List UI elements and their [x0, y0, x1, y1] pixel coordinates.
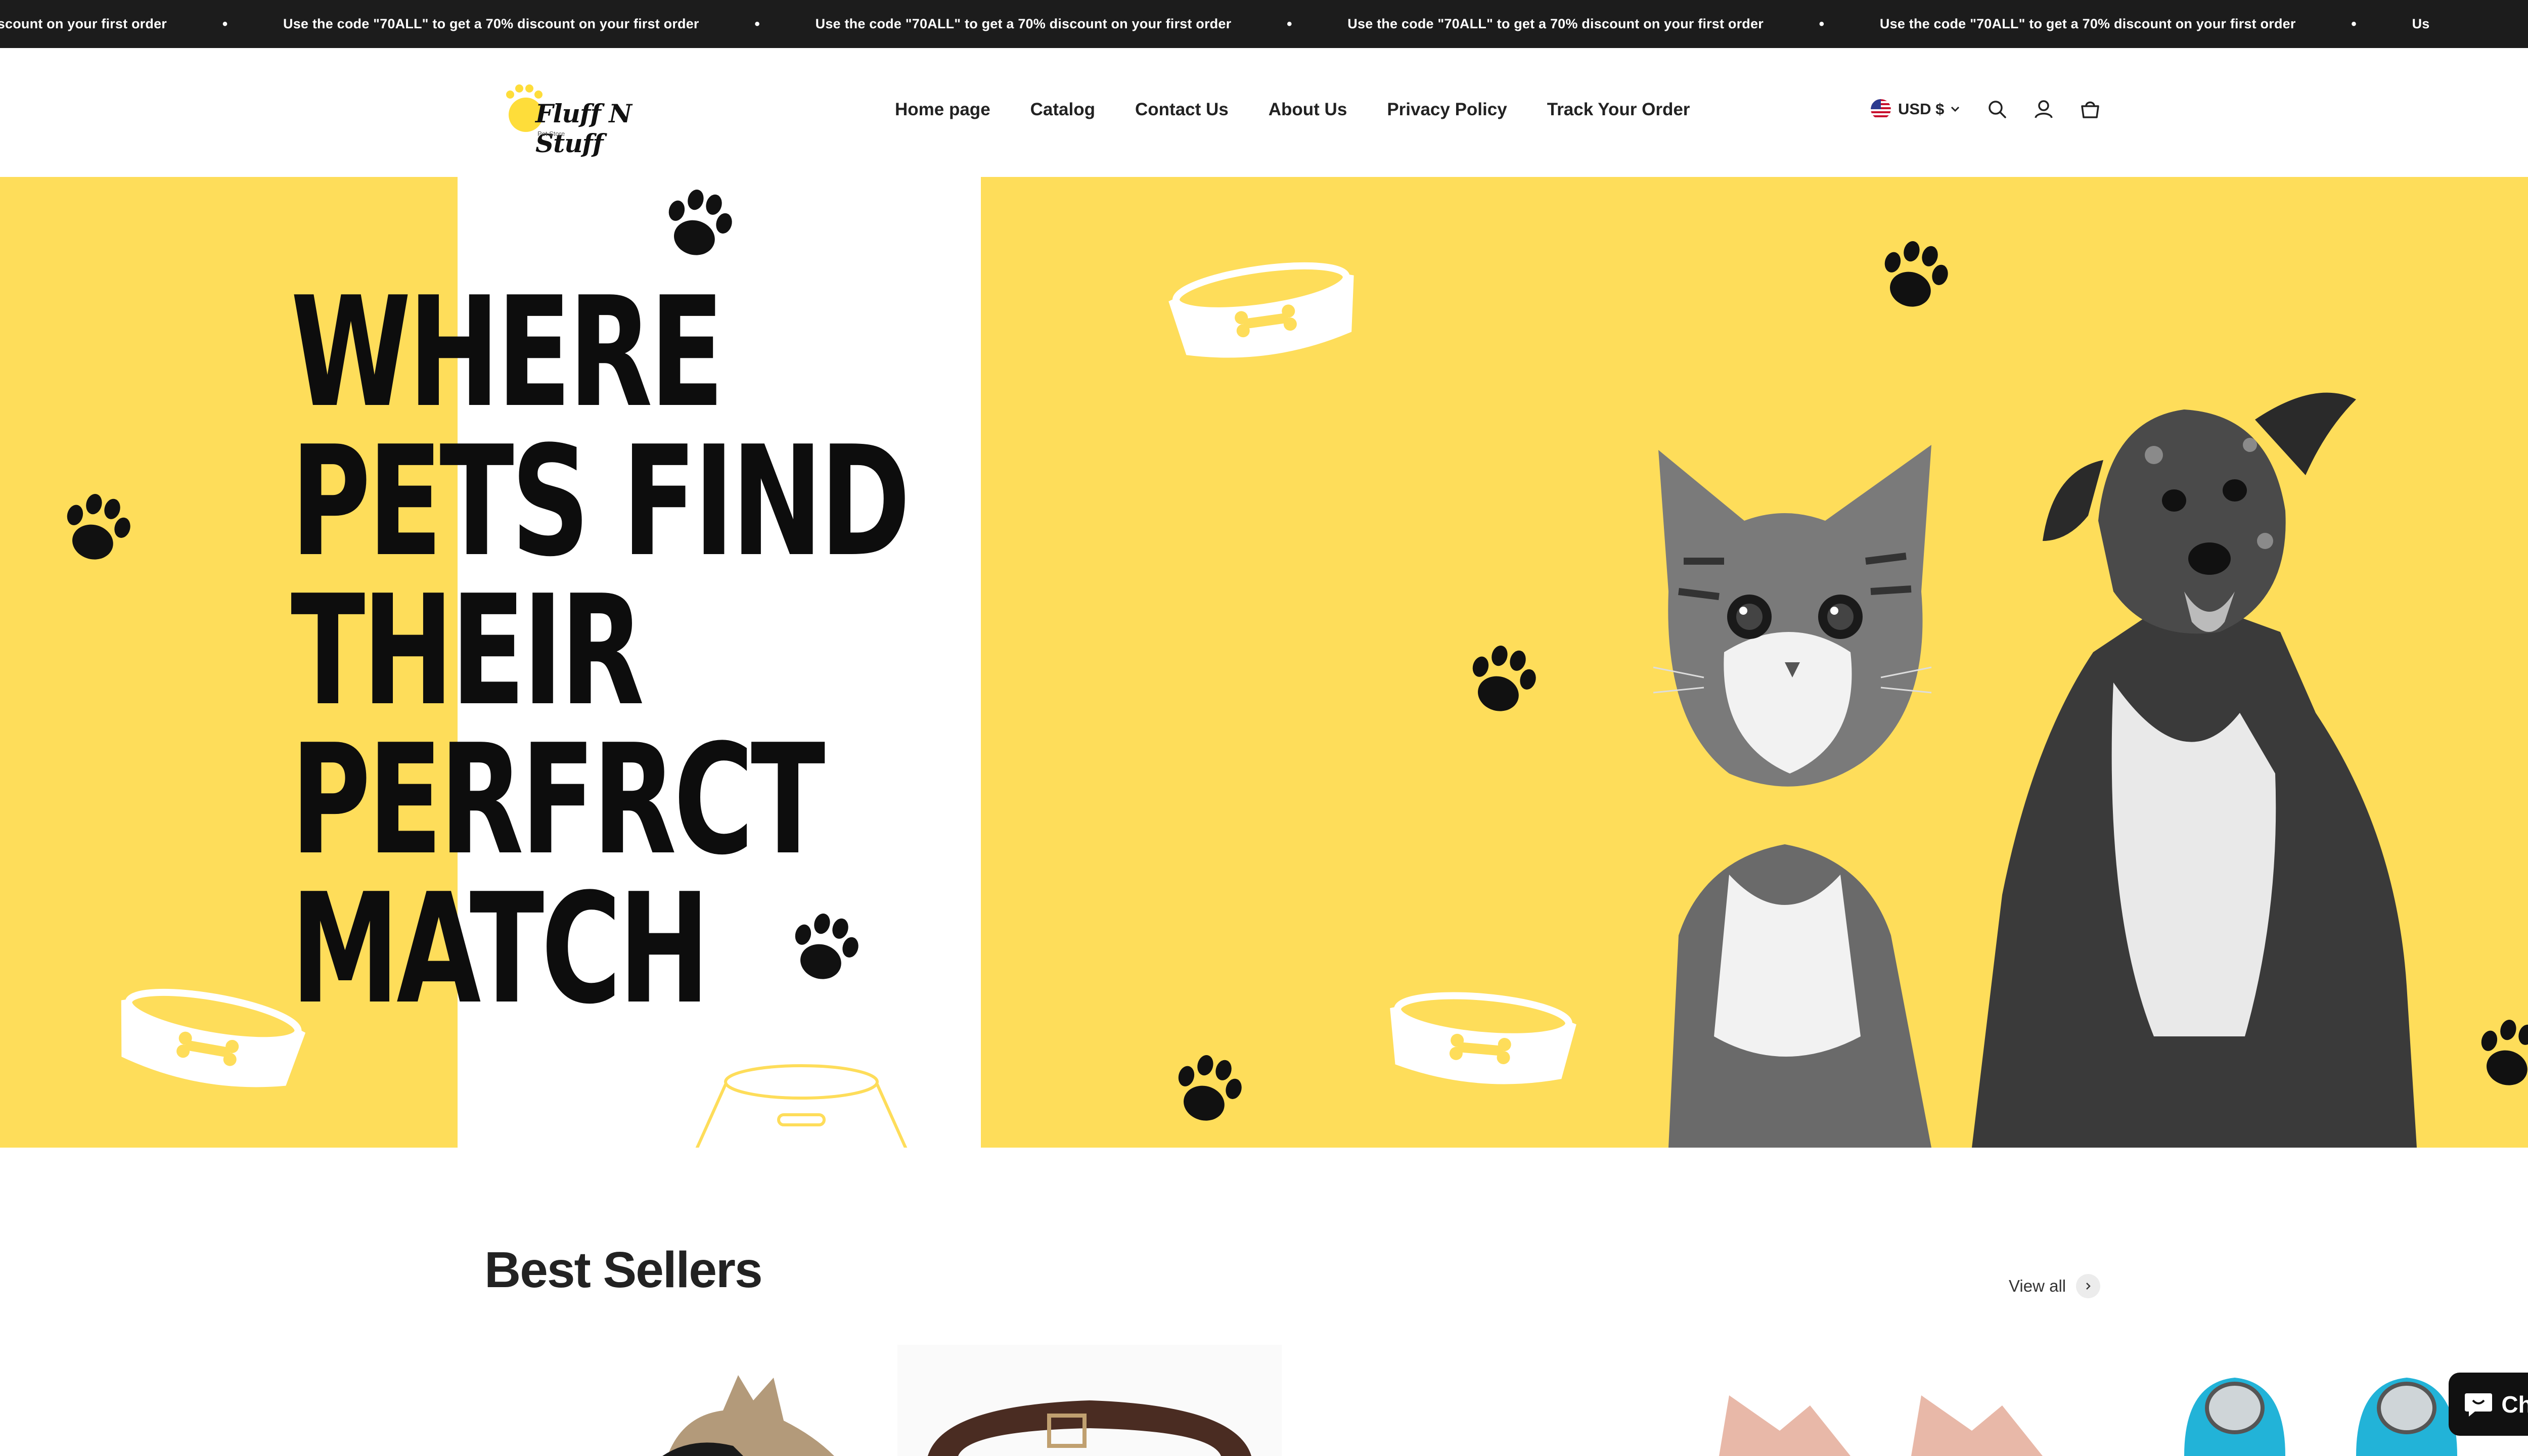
chat-label: Chat	[2501, 1391, 2528, 1418]
nav-track-order[interactable]: Track Your Order	[1547, 100, 1690, 120]
cart-icon[interactable]	[2078, 97, 2103, 122]
store-logo[interactable]: Fluff N Stuff Pet Store	[503, 83, 655, 158]
cat-and-dog-image	[1653, 392, 2417, 1148]
announcement-message: discount on your first order	[0, 16, 167, 31]
announcement-message: Us	[2412, 16, 2430, 31]
announcement-message: Use the code "70ALL" to get a 70% discou…	[1879, 16, 2296, 31]
search-icon[interactable]	[1984, 97, 2010, 122]
product-image-dog-toy[interactable]	[652, 1365, 854, 1456]
account-icon[interactable]	[2031, 97, 2056, 122]
hero-headline-line: THEIR	[291, 563, 644, 739]
view-all-link[interactable]: View all	[2009, 1274, 2101, 1298]
paw-print-icon	[1178, 1055, 1242, 1121]
cat-illustration	[1653, 445, 1932, 1148]
nav-privacy[interactable]: Privacy Policy	[1387, 100, 1507, 120]
nav-about[interactable]: About Us	[1269, 100, 1347, 120]
currency-label: USD $	[1898, 100, 1945, 118]
announcement-track: discount on your first order • Use the c…	[0, 0, 2429, 48]
hero-headline-line: PERFRCT	[291, 712, 825, 888]
chat-button[interactable]: Chat	[2449, 1373, 2528, 1436]
product-carousel	[0, 1345, 2528, 1456]
product-image-cat-accessory[interactable]	[1709, 1385, 2103, 1456]
hero-headline-line: PETS FIND	[291, 414, 911, 590]
chat-bubble-icon	[2464, 1391, 2493, 1418]
site-header: Fluff N Stuff Pet Store Home page Catalo…	[0, 48, 2528, 177]
pet-bowl-icon	[121, 988, 306, 1087]
pet-bowl-outline-icon	[695, 1064, 908, 1148]
chevron-right-icon	[2076, 1274, 2101, 1298]
logo-subtitle: Pet Store	[537, 130, 565, 138]
announcement-message: Use the code "70ALL" to get a 70% discou…	[815, 16, 1232, 31]
currency-selector[interactable]: USD $	[1871, 99, 1960, 119]
paw-print-icon	[1472, 646, 1536, 711]
announcement-separator: •	[754, 15, 760, 32]
pet-bowl-icon	[1390, 992, 1576, 1084]
dog-illustration	[1972, 392, 2417, 1148]
hero-banner: WHERE PETS FIND THEIR PERFRCT MATCH	[0, 177, 2528, 1148]
main-nav: Home page Catalog Contact Us About Us Pr…	[895, 100, 1690, 120]
nav-home[interactable]: Home page	[895, 100, 990, 120]
pet-bowl-icon	[1168, 262, 1354, 358]
paw-print-icon	[67, 494, 130, 560]
announcement-message: Use the code "70ALL" to get a 70% discou…	[1347, 16, 1764, 31]
paw-print-icon	[2481, 1020, 2528, 1085]
view-all-label: View all	[2009, 1277, 2066, 1295]
nav-contact[interactable]: Contact Us	[1135, 100, 1229, 120]
best-sellers-title: Best Sellers	[484, 1242, 763, 1298]
hero-headline-line: WHERE	[291, 264, 724, 441]
announcement-separator: •	[222, 15, 228, 32]
chevron-down-icon	[1951, 106, 1960, 112]
announcement-bar: discount on your first order • Use the c…	[0, 0, 2528, 48]
announcement-separator: •	[1819, 15, 1825, 32]
paw-print-icon	[1884, 241, 1948, 307]
product-image-collar[interactable]	[897, 1345, 1282, 1456]
nav-catalog[interactable]: Catalog	[1030, 100, 1095, 120]
announcement-message: Use the code "70ALL" to get a 70% discou…	[283, 16, 699, 31]
header-actions: USD $	[1871, 97, 2103, 122]
announcement-separator: •	[2351, 15, 2357, 32]
hero-headline: WHERE PETS FIND THEIR PERFRCT MATCH	[291, 264, 911, 1037]
hero-headline-line: MATCH	[291, 861, 710, 1037]
logo-text: Fluff N Stuff	[535, 99, 632, 158]
announcement-separator: •	[1287, 15, 1292, 32]
us-flag-icon	[1871, 99, 1891, 119]
paw-print-icon	[668, 190, 732, 255]
